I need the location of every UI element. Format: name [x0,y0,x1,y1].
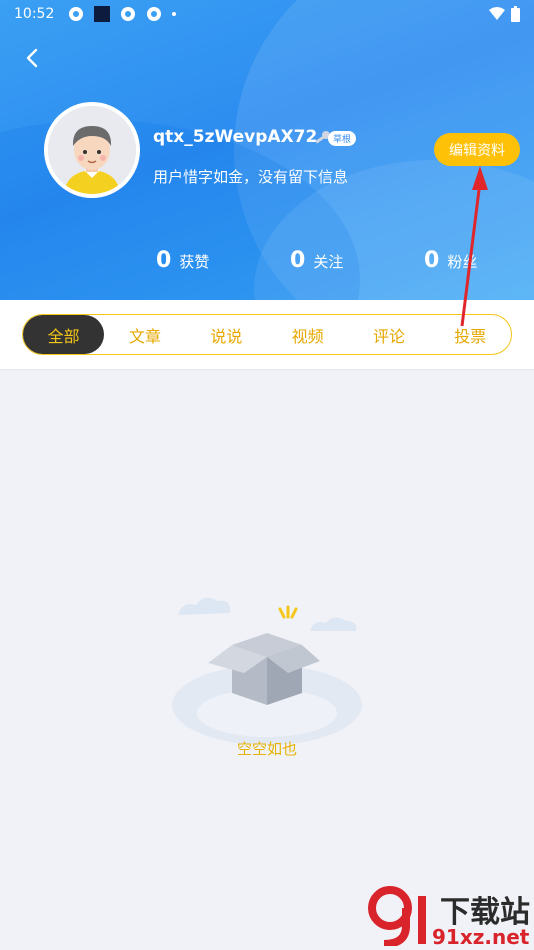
stat-value: 0 [156,248,172,273]
stat-following[interactable]: 0 关注 [290,248,343,273]
square-notification-icon [94,6,111,22]
empty-state-text: 空空如也 [236,740,297,758]
tab-votes[interactable]: 投票 [430,315,511,354]
tab-posts[interactable]: 说说 [186,315,267,354]
app-notification-icon [69,7,84,21]
default-avatar-icon [48,106,136,194]
status-bar: 10:52 [0,0,534,28]
content-tabs: 全部 文章 说说 视频 评论 投票 [22,314,512,355]
watermark-9-logo-icon [368,886,426,948]
stat-value: 0 [290,248,306,273]
stat-followers[interactable]: 0 粉丝 [424,248,477,273]
user-level: 草根 [314,130,357,146]
profile-stats: 0 获赞 0 关注 0 粉丝 [0,248,534,280]
wifi-icon [489,7,505,20]
user-bio: 用户惜字如金，没有留下信息 [153,168,349,186]
battery-icon [511,6,520,22]
more-notifications-dot-icon [172,12,177,16]
stat-label: 粉丝 [447,253,478,271]
content-tabs-bar: 全部 文章 说说 视频 评论 投票 [0,300,534,370]
avatar[interactable] [44,102,140,198]
app-notification-icon [147,7,162,21]
level-badge: 草根 [328,130,357,146]
tab-videos[interactable]: 视频 [267,315,348,354]
stat-label: 获赞 [179,253,210,271]
stat-label: 关注 [313,253,344,271]
username: qtx_5zWevpAX72 [153,127,318,147]
tab-articles[interactable]: 文章 [104,315,185,354]
edit-profile-button[interactable]: 编辑资料 [434,133,520,166]
stat-value: 0 [424,248,440,273]
back-arrow-icon[interactable] [20,46,44,70]
tab-all[interactable]: 全部 [23,315,105,354]
tab-comments[interactable]: 评论 [348,315,429,354]
watermark-url: 91xz.net [432,925,530,949]
status-time: 10:52 [14,6,55,22]
app-notification-icon [121,7,136,21]
stat-likes[interactable]: 0 获赞 [156,248,209,273]
